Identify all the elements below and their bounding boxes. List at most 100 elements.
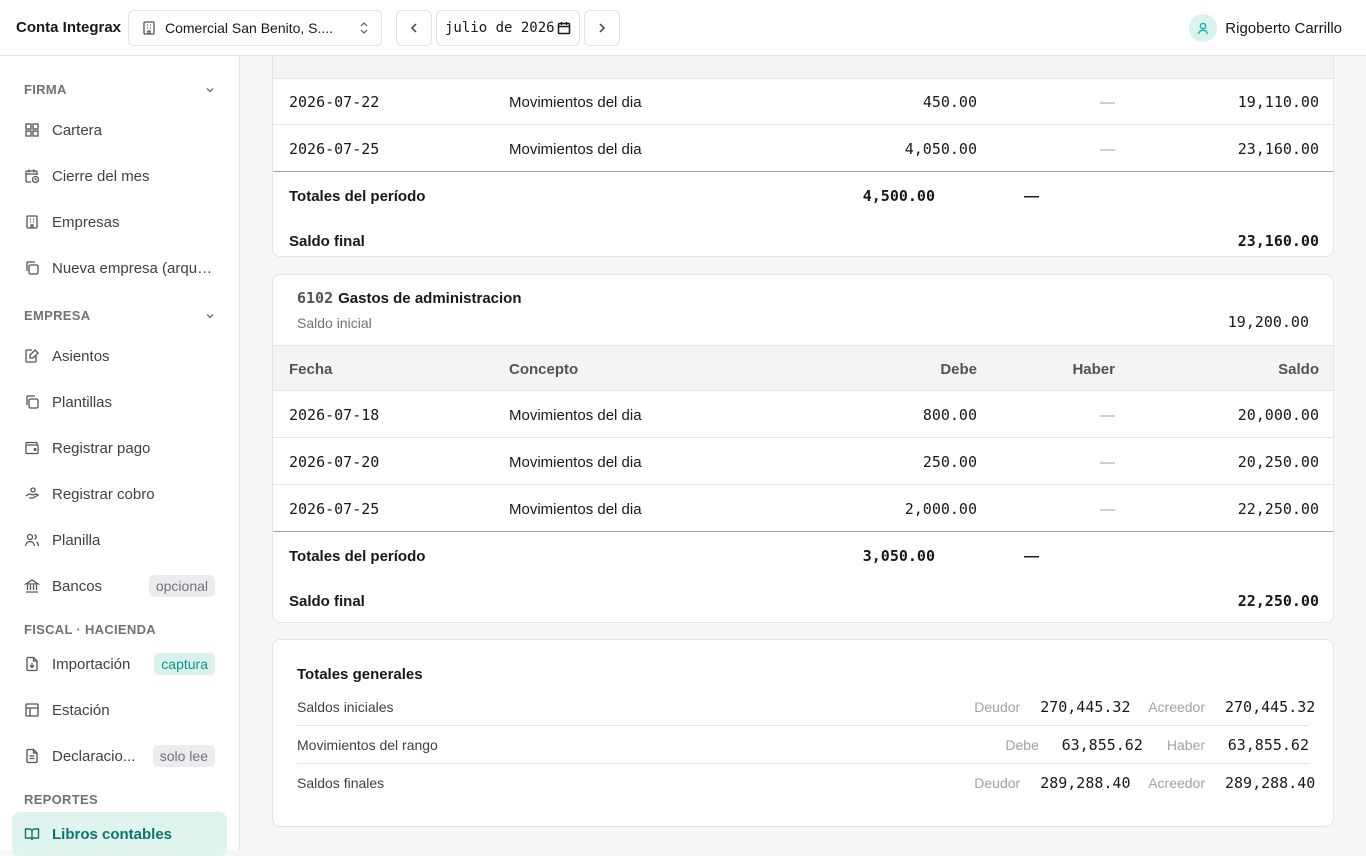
cell-concepto: Movimientos del dia	[509, 500, 642, 518]
user-menu[interactable]: Rigoberto Carrillo	[1189, 14, 1342, 42]
cell-concepto: Movimientos del dia	[509, 140, 642, 158]
sidebar-item-label: Bancos	[52, 577, 103, 595]
account-title: 6102 Gastos de administracion	[297, 289, 522, 307]
chevron-down-icon	[204, 84, 216, 96]
book-open-icon	[24, 826, 40, 842]
sidebar-item-label: Plantillas	[52, 393, 113, 411]
sidebar-item-planilla[interactable]: Planilla	[12, 520, 227, 560]
grid-icon	[24, 122, 40, 138]
calendar-clock-icon	[24, 168, 40, 184]
cell-haber: —	[1100, 406, 1115, 424]
ledger-account-card: 2026-07-22 Movimientos del dia 450.00 — …	[272, 56, 1334, 257]
cell-fecha: 2026-07-20	[289, 453, 380, 471]
table-row[interactable]: 2026-07-25 Movimientos del dia 4,050.00 …	[273, 126, 1333, 172]
totals-haber: —	[1024, 187, 1039, 205]
sidebar-item-declaraciones[interactable]: Declaracio... solo lee	[12, 736, 227, 776]
general-totals-row: Saldos finales Deudor 289,288.40 Acreedo…	[297, 764, 1316, 802]
cell-concepto: Movimientos del dia	[509, 93, 642, 111]
general-totals-key: Acreedor	[1148, 698, 1205, 715]
table-row[interactable]: 2026-07-18 Movimientos del dia 800.00 — …	[273, 392, 1333, 438]
opening-balance-value: 19,200.00	[1227, 313, 1309, 331]
company-selector[interactable]: Comercial San Benito, S....	[128, 10, 382, 46]
final-balance-row: Saldo final 23,160.00	[273, 218, 1333, 256]
final-balance-label: Saldo final	[289, 592, 365, 610]
period-input[interactable]: julio de 2026	[436, 10, 580, 46]
sidebar-item-cierre-del-mes[interactable]: Cierre del mes	[12, 156, 227, 196]
top-bar: Conta Integrax Comercial San Benito, S..…	[0, 0, 1366, 56]
sidebar-item-label: Importación	[52, 655, 131, 673]
sidebar-item-label: Planilla	[52, 531, 101, 549]
user-avatar-icon	[1189, 14, 1218, 42]
table-row[interactable]: 2026-07-20 Movimientos del dia 250.00 — …	[273, 439, 1333, 485]
general-totals-card: Totales generales Saldos iniciales Deudo…	[272, 639, 1334, 827]
bank-icon	[24, 578, 40, 594]
wallet-icon	[24, 440, 40, 456]
prev-month-button[interactable]	[396, 10, 432, 46]
copy-icon	[24, 394, 40, 410]
general-totals-value: 63,855.62	[1061, 735, 1143, 754]
table-row[interactable]: 2026-07-22 Movimientos del dia 450.00 — …	[273, 79, 1333, 125]
general-totals-value: 289,288.40	[1225, 774, 1316, 792]
sidebar-item-empresas[interactable]: Empresas	[12, 202, 227, 242]
section-firma[interactable]: FIRMA	[24, 82, 216, 97]
account-name: Gastos de administracion	[338, 290, 522, 307]
next-month-button[interactable]	[584, 10, 620, 46]
totals-haber: —	[1024, 547, 1039, 565]
section-empresa[interactable]: EMPRESA	[24, 308, 216, 323]
general-totals-key: Acreedor	[1148, 775, 1205, 791]
chevron-left-icon	[407, 21, 421, 35]
sidebar-item-plantillas[interactable]: Plantillas	[12, 382, 227, 422]
general-totals-value: 270,445.32	[1225, 697, 1316, 716]
table-row[interactable]: 2026-07-25 Movimientos del dia 2,000.00 …	[273, 486, 1333, 532]
cell-saldo: 22,250.00	[1237, 500, 1319, 518]
chevron-down-icon	[204, 310, 216, 322]
section-reportes[interactable]: REPORTES	[24, 792, 216, 807]
totals-label: Totales del período	[289, 187, 426, 205]
sidebar-item-bancos[interactable]: Bancos opcional	[12, 566, 227, 606]
cell-concepto: Movimientos del dia	[509, 406, 642, 424]
cell-haber: —	[1100, 453, 1115, 471]
sidebar-item-registrar-cobro[interactable]: Registrar cobro	[12, 474, 227, 514]
app-title: Conta Integrax	[16, 19, 122, 36]
table-header-row	[273, 56, 1333, 79]
general-totals-row: Saldos iniciales Deudor 270,445.32 Acree…	[297, 688, 1316, 726]
sidebar-item-label: Cartera	[52, 121, 103, 139]
totals-row: Totales del período 4,500.00 —	[273, 173, 1333, 219]
cell-saldo: 20,250.00	[1237, 453, 1319, 471]
sidebar-item-importacion[interactable]: Importación captura	[12, 644, 227, 684]
status-badge: opcional	[148, 575, 215, 597]
users-icon	[24, 532, 40, 548]
final-balance-value: 22,250.00	[1237, 592, 1319, 610]
main-content: 2026-07-22 Movimientos del dia 450.00 — …	[240, 56, 1366, 850]
cell-saldo: 23,160.00	[1237, 140, 1319, 158]
sidebar-item-label: Cierre del mes	[52, 167, 150, 185]
sidebar-item-cartera[interactable]: Cartera	[12, 110, 227, 150]
sidebar-item-label: Nueva empresa (arque...	[52, 259, 215, 277]
sidebar-item-nueva-empresa[interactable]: Nueva empresa (arque...	[12, 248, 227, 288]
general-totals-key: Haber	[1166, 736, 1205, 753]
cell-fecha: 2026-07-18	[289, 406, 380, 424]
sidebar-item-label: Libros contables	[52, 825, 173, 843]
final-balance-value: 23,160.00	[1237, 232, 1319, 250]
general-totals-label: Movimientos del rango	[297, 736, 438, 753]
general-totals-key: Deudor	[974, 775, 1021, 791]
general-totals-row: Movimientos del rango Debe 63,855.62 Hab…	[297, 726, 1309, 764]
totals-label: Totales del período	[289, 547, 426, 565]
sidebar: FIRMA Cartera Cierre del mes Empresas Nu…	[0, 56, 240, 856]
general-totals-key: Deudor	[974, 698, 1021, 715]
general-totals-value: 270,445.32	[1040, 697, 1131, 716]
general-totals-label: Saldos iniciales	[297, 698, 394, 715]
sidebar-item-estacion[interactable]: Estación	[12, 690, 227, 730]
cell-haber: —	[1100, 500, 1115, 518]
sidebar-item-registrar-pago[interactable]: Registrar pago	[12, 428, 227, 468]
cell-fecha: 2026-07-25	[289, 140, 380, 158]
sidebar-item-label: Estación	[52, 701, 110, 719]
sidebar-item-libros-contables[interactable]: Libros contables	[12, 812, 227, 856]
section-fiscal-hacienda[interactable]: FISCAL · HACIENDA	[24, 622, 216, 637]
section-title: FISCAL · HACIENDA	[24, 622, 156, 637]
status-badge: captura	[154, 653, 215, 675]
general-totals-value: 63,855.62	[1227, 735, 1309, 754]
ledger-account-card: 6102 Gastos de administracion Saldo inici…	[272, 274, 1334, 623]
table-icon	[24, 702, 40, 718]
sidebar-item-asientos[interactable]: Asientos	[12, 336, 227, 376]
